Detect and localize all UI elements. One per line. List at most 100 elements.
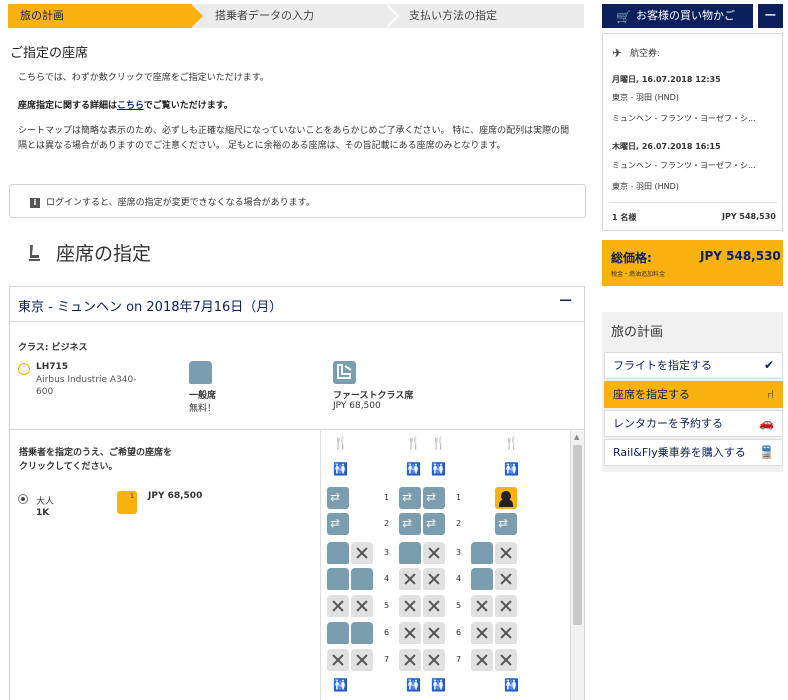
plan-item-rail[interactable]: Rail&Fly乗車券を購入する 🚆 [604,439,783,466]
collapse-button[interactable]: − [558,290,573,311]
row-number: 4 [456,574,462,583]
seat-2a[interactable]: ⇄ [327,513,349,535]
seat-7g [423,649,445,671]
passenger-price: JPY 548,530 [722,212,776,221]
step-passenger-data[interactable]: 搭乗者データの入力 [191,4,399,28]
economy-seat-legend-price: 無料！ [189,404,217,414]
seat-6c[interactable] [351,622,373,644]
seat-3k [495,542,517,564]
details-link[interactable]: こちら [117,101,144,111]
seat-5a [327,595,349,617]
seat-1k[interactable] [495,487,517,509]
seat-7c [351,649,373,671]
notice-text: ログインすると、座席の指定が変更できなくなる場合があります。 [46,198,315,208]
step-payment[interactable]: 支払い方法の指定 [385,4,584,28]
divider [9,429,585,430]
step-label: 支払い方法の指定 [409,9,497,22]
seat-1g[interactable]: ⇄ [423,487,445,509]
seat-3h[interactable] [471,542,493,564]
progress-steps: 旅の計画 搭乗者データの入力 支払い方法の指定 [8,4,584,28]
plan-item-car[interactable]: レンタカーを予約する 🚗 [604,410,783,437]
first-class-seat-icon: ⇄ [426,490,437,504]
cart-collapse-button[interactable]: − [758,4,783,28]
seat-4h[interactable] [471,568,493,590]
economy-seat-legend-label: 一般席 [189,391,217,401]
plan-item-label: 座席を指定する [613,388,690,401]
first-class-seat-icon: ⇄ [426,516,437,530]
seat-4g [423,568,445,590]
seat-3d[interactable] [399,542,421,564]
airline-icon [18,363,30,375]
seatmap-scrollbar[interactable]: ▲ [570,431,584,700]
seat-7h [471,649,493,671]
cart-icon: 🛒 [616,10,631,24]
outbound-date: 月曜日, 16.07.2018 12:35 [612,75,721,84]
galley-icon: 🍴 [504,436,519,450]
lavatory-icon: 🚻 [504,462,519,476]
seat-2d[interactable]: ⇄ [399,513,421,535]
passenger-radio[interactable] [18,494,28,504]
seat-6a[interactable] [327,622,349,644]
plan-item-label: レンタカーを予約する [613,417,723,430]
first-class-seat-icon: ⇄ [402,490,413,504]
first-class-seat-legend-icon [333,361,356,384]
seat-5k [495,595,517,617]
scroll-up-icon[interactable]: ▲ [574,433,579,441]
seat-3c [351,542,373,564]
galley-icon: 🍴 [333,436,348,450]
plan-item-flight[interactable]: フライトを指定する ✔ [604,352,783,379]
seat-2g[interactable]: ⇄ [423,513,445,535]
return-date: 木曜日, 26.07.2018 16:15 [612,142,721,151]
trip-plan-title: 旅の計画 [611,325,664,340]
seat-icon [29,245,40,261]
person-body [499,499,513,507]
lavatory-icon: 🚻 [333,462,348,476]
details-text-after: でご覧いただけます。 [143,101,233,111]
total-price-label: 総価格: [611,251,652,265]
seat-2k[interactable]: ⇄ [495,513,517,535]
seat-6g [423,622,445,644]
seat-4c[interactable] [351,568,373,590]
first-class-seat-icon: ⇄ [498,516,509,530]
info-icon: i [30,198,40,208]
seat-3a[interactable] [327,542,349,564]
row-number: 3 [384,548,390,557]
aircraft-type: Airbus Industrie A340-600 [36,375,137,397]
seat-1a[interactable]: ⇄ [327,487,349,509]
flight-title: 東京 - ミュンヘン on 2018年7月16日（月） [18,300,283,315]
plan-item-label: Rail&Fly乗車券を購入する [613,446,746,459]
cart-label: お客様の買い物かご [636,9,735,22]
flight-number: LH715 [36,362,69,372]
seat-1d[interactable]: ⇄ [399,487,421,509]
seat-5h [471,595,493,617]
seat-4a[interactable] [327,568,349,590]
total-price-note: 税金・燃油追加料金 [611,271,666,278]
train-icon: 🚆 [759,445,774,459]
seat-5c [351,595,373,617]
row-number: 7 [456,655,462,664]
shopping-cart-button[interactable]: 🛒 お客様の買い物かご [602,4,753,28]
checkmark-icon: ✔ [763,358,774,372]
galley-icon: 🍴 [431,436,446,450]
first-class-seat-icon: ⇄ [330,516,341,530]
section-heading: ご指定の座席 [10,46,89,61]
scroll-thumb[interactable] [573,445,582,625]
details-text: 座席指定に関する詳細はこちらでご覧いただけます。 [18,98,233,111]
lavatory-icon: 🚻 [504,678,519,692]
plan-item-seat[interactable]: 座席を指定する ⑁ [604,381,783,408]
seat-map: 🍴 🍴 🍴 🍴 🚻 🚻 🚻 🚻 🚻 🚻 🚻 🚻 ⇄ ⇄ ⇄ ⇄ ⇄ ⇄ ⇄ 1 1 2 2 3 3 4 4 5 5 6 6 7 7 [320,431,584,700]
lavatory-icon: 🚻 [431,462,446,476]
row-number: 2 [384,519,390,528]
step-label: 搭乗者データの入力 [215,9,314,22]
car-icon: 🚗 [759,416,774,430]
outbound-origin: 東京 - 羽田 (HND) [612,93,679,102]
row-number: 4 [384,574,390,583]
seat-6k [495,622,517,644]
first-class-seat-legend-price: JPY 68,500 [333,401,381,411]
step-trip-plan[interactable]: 旅の計画 [8,4,203,28]
seat-6h [471,622,493,644]
seat-4k [495,568,517,590]
seat-7k [495,649,517,671]
total-price-value: JPY 548,530 [700,249,781,263]
galley-icon: 🍴 [406,436,421,450]
